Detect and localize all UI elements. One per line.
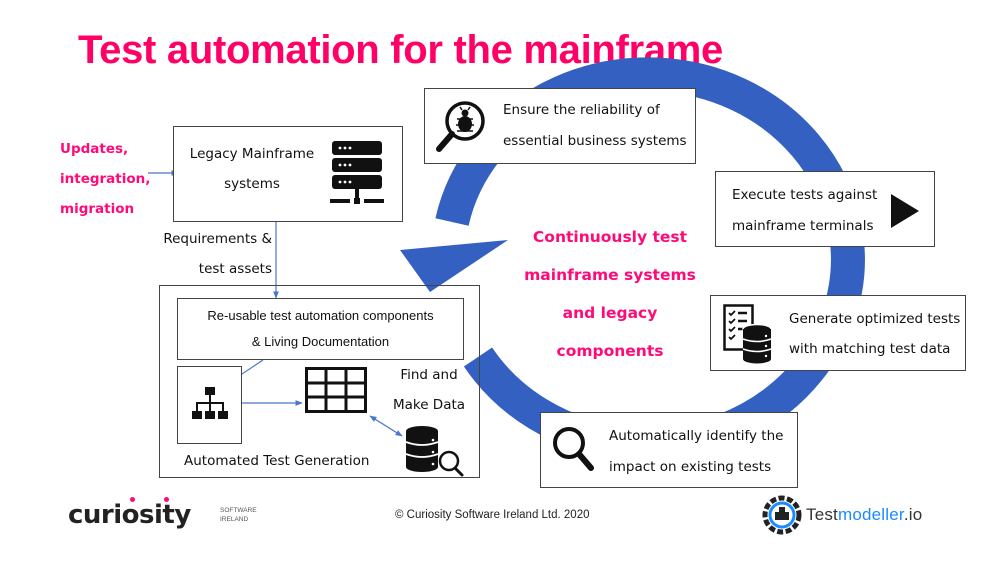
cycle-step-line: Automatically identify the [609,428,784,444]
testmodeller-word-part: modeller [837,505,904,524]
cycle-step-line: Execute tests against [732,187,878,203]
testmodeller-gear-icon [762,495,802,535]
legacy-mainframe-box: Legacy Mainframe systems [173,126,403,222]
play-icon [891,194,919,228]
inputs-label-line: Updates, [60,141,129,157]
cycle-step-line: Ensure the reliability of [503,102,660,118]
hierarchy-icon [192,387,228,419]
cycle-step-impact: Automatically identify the impact on exi… [540,412,798,488]
requirements-label-line: Requirements & [163,231,272,247]
curiosity-logo-sub: IRELAND [220,516,249,523]
checklist-database-icon [723,304,772,364]
cycle-step-execute: Execute tests against mainframe terminal… [715,171,935,247]
inputs-label-line: migration [60,201,135,217]
cycle-step-line: impact on existing tests [609,459,772,475]
inputs-label-line: integration, [60,171,151,187]
copyright-text: © Curiosity Software Ireland Ltd. 2020 [395,509,590,521]
curiosity-logo-word: curiosity [68,500,191,530]
testmodeller-wordmark: Testmodeller.io [806,505,922,525]
find-make-data-line: Find and [400,367,458,383]
legacy-box-line: Legacy Mainframe [189,146,315,162]
table-grid-icon [305,367,367,413]
testmodeller-word-part: Test [806,505,838,524]
curiosity-logo-dot [164,497,169,502]
inputs-label: Updates, integration, migration [60,134,150,224]
cycle-center-line: components [556,342,664,360]
curiosity-logo-sub: SOFTWARE [220,507,257,514]
cycle-center-line: and legacy [562,304,658,322]
cycle-center-line: mainframe systems [524,266,696,284]
find-make-data-label: Find and Make Data [390,360,468,420]
cycle-step-line: with matching test data [789,341,951,357]
magnifier-icon [553,427,594,471]
reusable-components-box: Re-usable test automation components & L… [177,298,464,360]
reusable-box-line: & Living Documentation [251,334,390,349]
server-icon [330,141,384,204]
requirements-label: Requirements & test assets [150,224,272,284]
cycle-step-line: Generate optimized tests [789,311,961,327]
hierarchy-box [177,366,242,444]
automated-test-generation-caption: Automated Test Generation [184,453,370,469]
bug-search-icon [436,101,485,152]
find-make-data-line: Make Data [392,397,466,413]
testmodeller-word-part: .io [903,505,923,524]
cycle-step-line: essential business systems [503,133,687,149]
cycle-step-line: mainframe terminals [732,218,874,234]
cycle-center-line: Continuously test [532,228,688,246]
requirements-label-line: test assets [198,261,272,277]
curiosity-logo-dot [130,497,135,502]
curiosity-logo-subtitle: SOFTWARE IRELAND [220,506,257,524]
cycle-center-text: Continuously test mainframe systems and … [515,218,705,370]
legacy-box-line: systems [224,176,280,192]
cycle-step-reliability: Ensure the reliability of essential busi… [424,88,696,164]
reusable-box-line: Re-usable test automation components [207,308,434,323]
database-search-icon [405,426,464,477]
cycle-step-generate: Generate optimized tests with matching t… [710,295,966,371]
